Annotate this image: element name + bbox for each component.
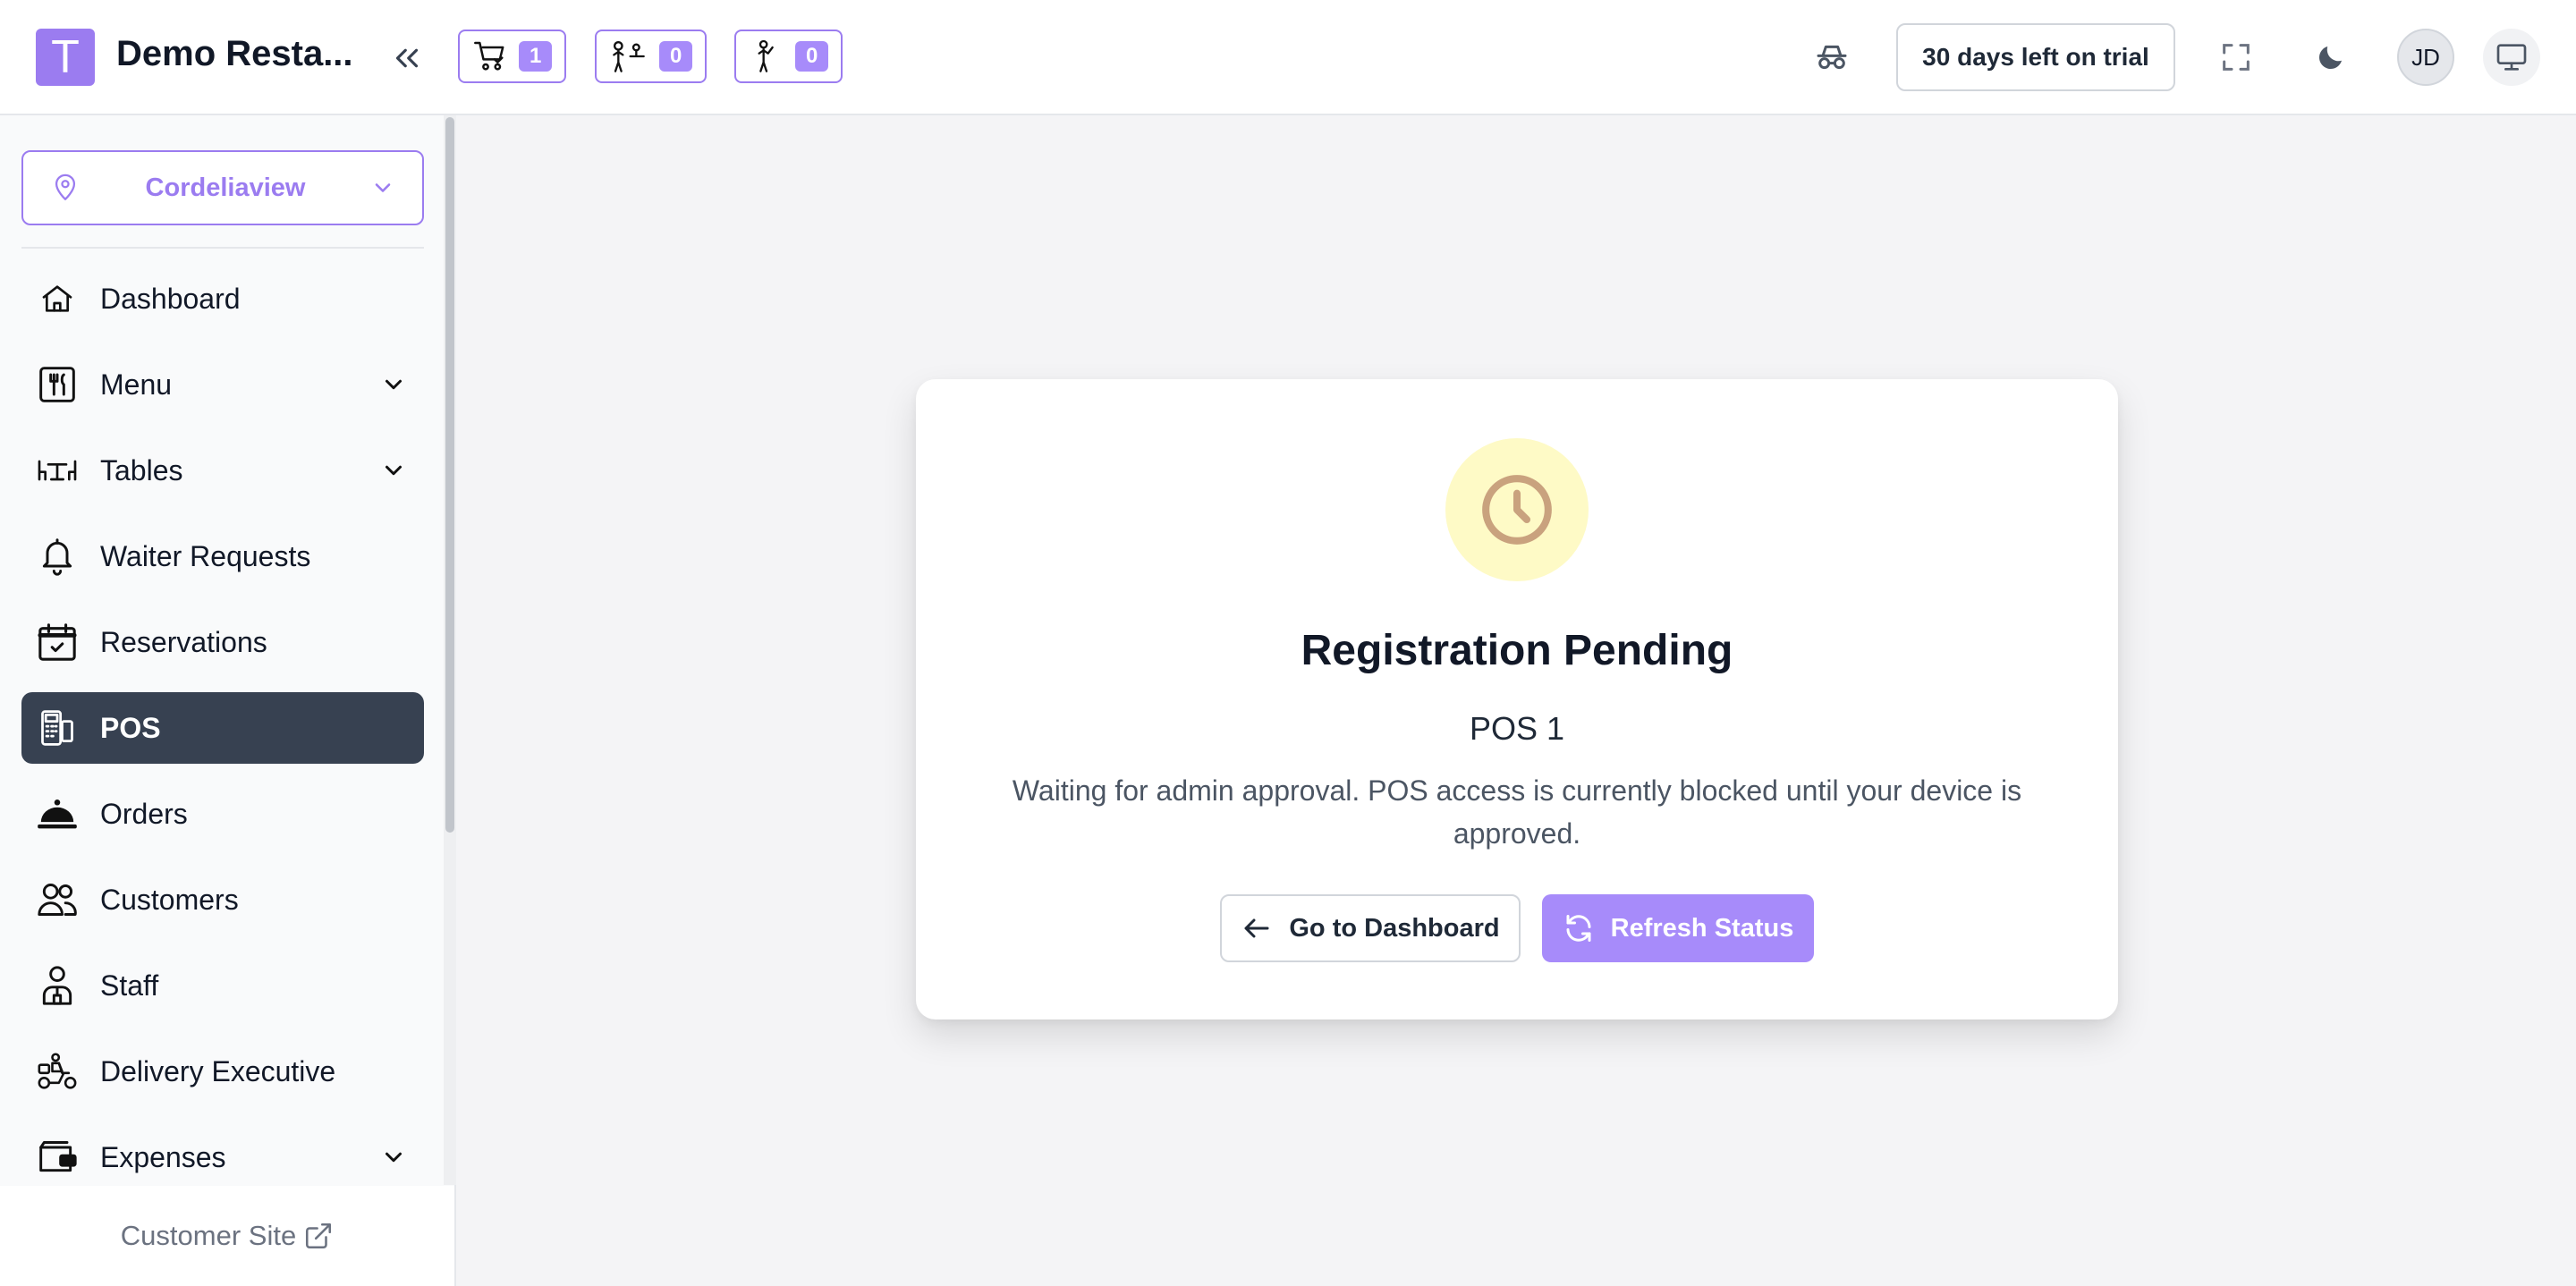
sidebar-divider xyxy=(21,247,424,249)
customer-site-label: Customer Site xyxy=(120,1220,297,1251)
pending-status-circle xyxy=(1445,438,1589,581)
wallet-icon xyxy=(36,1136,79,1179)
sidebar-item-label: Tables xyxy=(100,453,183,486)
location-selector[interactable]: Cordeliaview xyxy=(21,150,424,225)
fullscreen-icon xyxy=(2223,44,2250,71)
dark-mode-toggle[interactable] xyxy=(2306,32,2356,82)
customer-site-link[interactable]: Customer Site xyxy=(0,1186,454,1286)
map-pin-icon xyxy=(55,173,76,200)
chevrons-left-icon xyxy=(395,48,419,68)
pos-terminal-icon xyxy=(36,706,79,749)
bell-icon xyxy=(36,535,79,578)
external-link-icon xyxy=(306,1223,332,1249)
incognito-icon xyxy=(1817,45,1847,70)
sidebar-item-orders[interactable]: Orders xyxy=(21,778,424,850)
collapse-sidebar-button[interactable] xyxy=(385,36,429,80)
cart-count: 1 xyxy=(519,41,553,72)
incognito-button[interactable] xyxy=(1807,32,1857,82)
refresh-icon xyxy=(1566,915,1591,942)
waiter-request-badge[interactable]: 0 xyxy=(734,30,843,83)
sidebar-item-label: Reservations xyxy=(100,625,267,658)
sidebar-item-label: Dashboard xyxy=(100,282,241,315)
moon-icon xyxy=(2318,47,2342,70)
sidebar-item-label: Delivery Executive xyxy=(100,1054,336,1087)
registration-pending-card: Registration Pending POS 1 Waiting for a… xyxy=(916,379,2118,1019)
sidebar-item-label: POS xyxy=(100,711,161,744)
tables-icon xyxy=(36,449,79,492)
top-header: T Demo Resta... 1 0 0 30 days left on tr… xyxy=(0,0,2576,115)
chevron-down-icon xyxy=(377,368,410,401)
cart-icon xyxy=(474,41,504,71)
sidebar-item-staff[interactable]: Staff xyxy=(21,950,424,1021)
sidebar-item-label: Menu xyxy=(100,368,173,401)
staff-icon xyxy=(36,964,79,1007)
restaurant-name: Demo Resta... xyxy=(116,34,353,73)
waiter-request-icon xyxy=(758,39,774,72)
chevron-down-icon xyxy=(377,454,410,486)
chevron-down-icon xyxy=(377,1141,410,1173)
page-title: Registration Pending xyxy=(1301,627,1733,674)
waiter-service-count: 0 xyxy=(659,41,693,72)
refresh-status-label: Refresh Status xyxy=(1610,913,1794,943)
home-icon xyxy=(36,277,79,320)
waiter-service-icon xyxy=(613,41,645,72)
calendar-check-icon xyxy=(36,621,79,664)
sidebar-item-expenses[interactable]: Expenses xyxy=(21,1121,424,1193)
display-mode-button[interactable] xyxy=(2483,29,2540,86)
sidebar-item-label: Orders xyxy=(100,797,188,830)
sidebar-item-label: Expenses xyxy=(100,1140,226,1173)
fullscreen-button[interactable] xyxy=(2211,32,2261,82)
approval-message: Waiting for admin approval. POS access i… xyxy=(1012,774,2022,850)
clock-icon xyxy=(1482,475,1552,545)
go-to-dashboard-label: Go to Dashboard xyxy=(1289,913,1500,943)
device-name: POS 1 xyxy=(1469,710,1565,747)
sidebar-item-waiter-requests[interactable]: Waiter Requests xyxy=(21,520,424,592)
refresh-status-button[interactable]: Refresh Status xyxy=(1542,894,1814,962)
location-label: Cordeliaview xyxy=(145,173,306,202)
sidebar-item-label: Customers xyxy=(100,883,239,916)
cloche-icon xyxy=(36,792,79,835)
go-to-dashboard-button[interactable]: Go to Dashboard xyxy=(1220,894,1521,962)
menu-utensils-icon xyxy=(36,363,79,406)
waiter-request-count: 0 xyxy=(795,41,829,72)
sidebar-item-delivery-executive[interactable]: Delivery Executive xyxy=(21,1036,424,1107)
users-icon xyxy=(36,878,79,921)
sidebar-item-label: Staff xyxy=(100,969,159,1002)
sidebar-item-reservations[interactable]: Reservations xyxy=(21,606,424,678)
user-avatar[interactable]: JD xyxy=(2397,29,2454,86)
monitor-icon xyxy=(2496,44,2527,71)
sidebar-scrollbar[interactable] xyxy=(445,117,454,833)
sidebar-item-menu[interactable]: Menu xyxy=(21,349,424,420)
waiter-service-badge[interactable]: 0 xyxy=(595,30,708,83)
arrow-left-icon xyxy=(1244,918,1269,938)
cart-orders-badge[interactable]: 1 xyxy=(458,30,567,83)
sidebar-item-tables[interactable]: Tables xyxy=(21,435,424,506)
sidebar-item-pos[interactable]: POS xyxy=(21,692,424,764)
sidebar-item-label: Waiter Requests xyxy=(100,539,311,572)
chevron-down-icon xyxy=(375,183,391,192)
scooter-icon xyxy=(36,1050,79,1093)
sidebar-item-dashboard[interactable]: Dashboard xyxy=(21,263,424,334)
sidebar-item-customers[interactable]: Customers xyxy=(21,864,424,935)
trial-button[interactable]: 30 days left on trial xyxy=(1896,23,2175,91)
app-logo[interactable]: T xyxy=(36,29,95,86)
